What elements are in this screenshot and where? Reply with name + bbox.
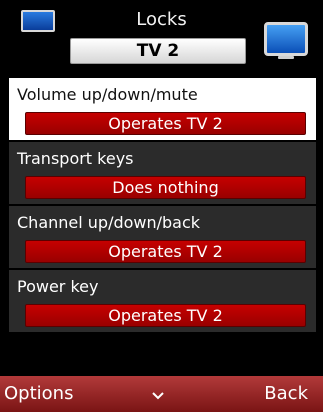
chevron-down-icon[interactable] <box>152 390 164 402</box>
tv-icon <box>264 22 308 59</box>
list-item-channel[interactable]: Channel up/down/back Operates TV 2 <box>9 206 316 268</box>
locks-list: Volume up/down/mute Operates TV 2 Transp… <box>9 78 316 334</box>
list-item-value[interactable]: Operates TV 2 <box>25 240 306 263</box>
list-item-label: Power key <box>17 277 99 296</box>
list-item-transport[interactable]: Transport keys Does nothing <box>9 142 316 204</box>
list-item-power[interactable]: Power key Operates TV 2 <box>9 270 316 332</box>
softkey-bar: Options Back <box>0 376 323 412</box>
list-item-label: Channel up/down/back <box>17 213 201 232</box>
list-item-value[interactable]: Operates TV 2 <box>25 112 306 135</box>
list-item-volume[interactable]: Volume up/down/mute Operates TV 2 <box>9 78 316 140</box>
header: Locks TV 2 <box>0 0 323 80</box>
device-name-label: TV 2 <box>70 38 246 64</box>
list-item-value[interactable]: Operates TV 2 <box>25 304 306 327</box>
list-item-value[interactable]: Does nothing <box>25 176 306 199</box>
options-softkey[interactable]: Options <box>4 383 73 404</box>
back-softkey[interactable]: Back <box>264 383 308 404</box>
list-item-label: Transport keys <box>17 149 134 168</box>
list-item-label: Volume up/down/mute <box>17 85 198 104</box>
